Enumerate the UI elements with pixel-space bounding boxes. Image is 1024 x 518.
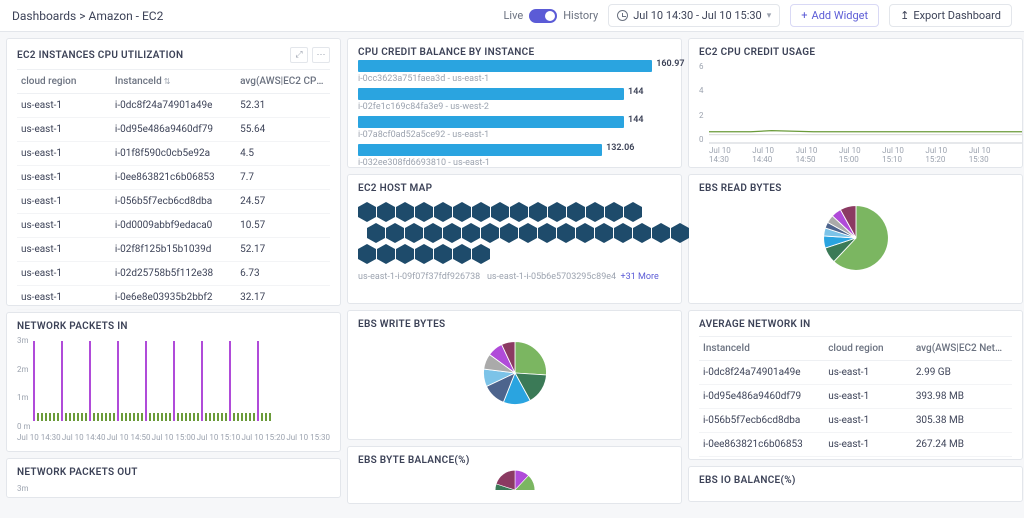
more-icon[interactable]: ⋯: [312, 47, 330, 63]
host-hex[interactable]: [396, 244, 414, 264]
host-hex[interactable]: [538, 223, 556, 243]
table-row[interactable]: i-056b5f7ecb6cd8dbaus-east-1305.38 MB: [699, 409, 1012, 433]
cpu-table: cloud region InstanceId⇅ avg(AWS|EC2 CPU…: [17, 69, 330, 310]
table-row[interactable]: us-east-1i-0e6e8e03935b2bbf232.17: [17, 286, 330, 310]
host-hex[interactable]: [481, 223, 499, 243]
network-packets-in-card: NETWORK PACKETS IN 3m 2m 1m 0 m Jul 10 1…: [6, 312, 341, 452]
live-label: Live: [504, 9, 524, 22]
breadcrumb: Dashboards > Amazon - EC2: [12, 9, 163, 23]
host-hex[interactable]: [377, 244, 395, 264]
plus-icon: +: [801, 9, 807, 22]
ebs-write-bytes-card: EBS WRITE BYTES: [347, 310, 682, 440]
clock-icon: [617, 10, 628, 21]
table-row[interactable]: us-east-1i-01f8f590c0cb5e92a4.5: [17, 142, 330, 166]
host-hex[interactable]: [367, 223, 385, 243]
add-widget-button[interactable]: + Add Widget: [790, 4, 879, 27]
host-hex[interactable]: [529, 202, 547, 222]
card-title: EC2 INSTANCES CPU UTILIZATION: [17, 50, 183, 61]
host-hex[interactable]: [519, 223, 537, 243]
table-row[interactable]: us-east-1i-02f8f125b15b1039d52.17: [17, 238, 330, 262]
host-hex[interactable]: [576, 223, 594, 243]
table-row[interactable]: us-east-1i-0d0009abbf9edaca010.57: [17, 214, 330, 238]
network-packets-out-card: NETWORK PACKETS OUT 3m: [6, 458, 341, 498]
host-hex[interactable]: [595, 223, 613, 243]
host-hex[interactable]: [633, 223, 651, 243]
table-row[interactable]: us-east-1i-056b5f7ecb6cd8dba24.57: [17, 190, 330, 214]
cpu-credit-usage-card: EC2 CPU CREDIT USAGE 6 4 2 0 Jul 10 14:3…: [688, 38, 1023, 168]
ebs-byte-balance-card: EBS BYTE BALANCE(%): [347, 446, 682, 504]
host-hex[interactable]: [462, 223, 480, 243]
table-row[interactable]: us-east-1i-0dc8f24a74901a49e52.31: [17, 94, 330, 118]
more-hosts-link[interactable]: +31 More: [621, 272, 659, 282]
host-hex[interactable]: [472, 244, 490, 264]
expand-icon[interactable]: ⤢: [290, 47, 308, 63]
breadcrumb-current: Amazon - EC2: [88, 9, 163, 23]
host-hex[interactable]: [586, 202, 604, 222]
host-hex[interactable]: [453, 244, 471, 264]
average-network-in-card: AVERAGE NETWORK IN InstanceId cloud regi…: [688, 310, 1023, 460]
host-hex[interactable]: [434, 244, 452, 264]
host-hex[interactable]: [614, 223, 632, 243]
host-hex[interactable]: [500, 223, 518, 243]
ec2-host-map-card: EC2 HOST MAP us-east-1-i-09f07f37fdf9267…: [347, 174, 682, 304]
ebs-read-bytes-card: EBS READ BYTES: [688, 174, 1023, 304]
host-hex[interactable]: [671, 223, 689, 243]
host-hex[interactable]: [405, 223, 423, 243]
host-hex[interactable]: [472, 202, 490, 222]
live-history-toggle[interactable]: [529, 9, 557, 23]
host-hex[interactable]: [434, 202, 452, 222]
table-row[interactable]: i-0d95e486a9460df79us-east-1393.98 MB: [699, 385, 1012, 409]
history-label: History: [563, 9, 598, 22]
host-hex[interactable]: [453, 202, 471, 222]
table-row[interactable]: i-0dc8f24a74901a49eus-east-12.99 GB: [699, 361, 1012, 385]
host-hex[interactable]: [415, 202, 433, 222]
chevron-down-icon: ▾: [767, 11, 772, 21]
table-row[interactable]: us-east-1i-0ee863821c6b068537.7: [17, 166, 330, 190]
host-hex[interactable]: [548, 202, 566, 222]
cpu-credit-balance-card: CPU CREDIT BALANCE BY INSTANCE 160.97i-0…: [347, 38, 682, 168]
host-hex[interactable]: [652, 223, 670, 243]
upload-icon: ↥: [900, 9, 909, 22]
host-hex[interactable]: [358, 202, 376, 222]
host-hex[interactable]: [557, 223, 575, 243]
host-hex[interactable]: [605, 202, 623, 222]
host-hex[interactable]: [443, 223, 461, 243]
host-hex[interactable]: [386, 223, 404, 243]
table-row[interactable]: us-east-1i-0d95e486a9460df7955.64: [17, 118, 330, 142]
host-hex[interactable]: [424, 223, 442, 243]
host-hex[interactable]: [567, 202, 585, 222]
host-hex[interactable]: [377, 202, 395, 222]
host-hex[interactable]: [510, 202, 528, 222]
ebs-io-balance-card: EBS IO BALANCE(%): [688, 466, 1023, 502]
host-hex[interactable]: [491, 202, 509, 222]
host-hex[interactable]: [624, 202, 642, 222]
host-hex[interactable]: [415, 244, 433, 264]
host-hex[interactable]: [358, 244, 376, 264]
time-range-picker[interactable]: Jul 10 14:30 - Jul 10 15:30 ▾: [608, 4, 780, 27]
table-row[interactable]: i-0ee863821c6b06853us-east-1267.24 MB: [699, 433, 1012, 457]
export-dashboard-button[interactable]: ↥ Export Dashboard: [889, 4, 1012, 27]
breadcrumb-root[interactable]: Dashboards: [12, 9, 76, 23]
host-hex[interactable]: [396, 202, 414, 222]
table-row[interactable]: us-east-1i-02d25758b5f112e386.73: [17, 262, 330, 286]
cpu-utilization-card: EC2 INSTANCES CPU UTILIZATION ⤢ ⋯ cloud …: [6, 38, 341, 306]
